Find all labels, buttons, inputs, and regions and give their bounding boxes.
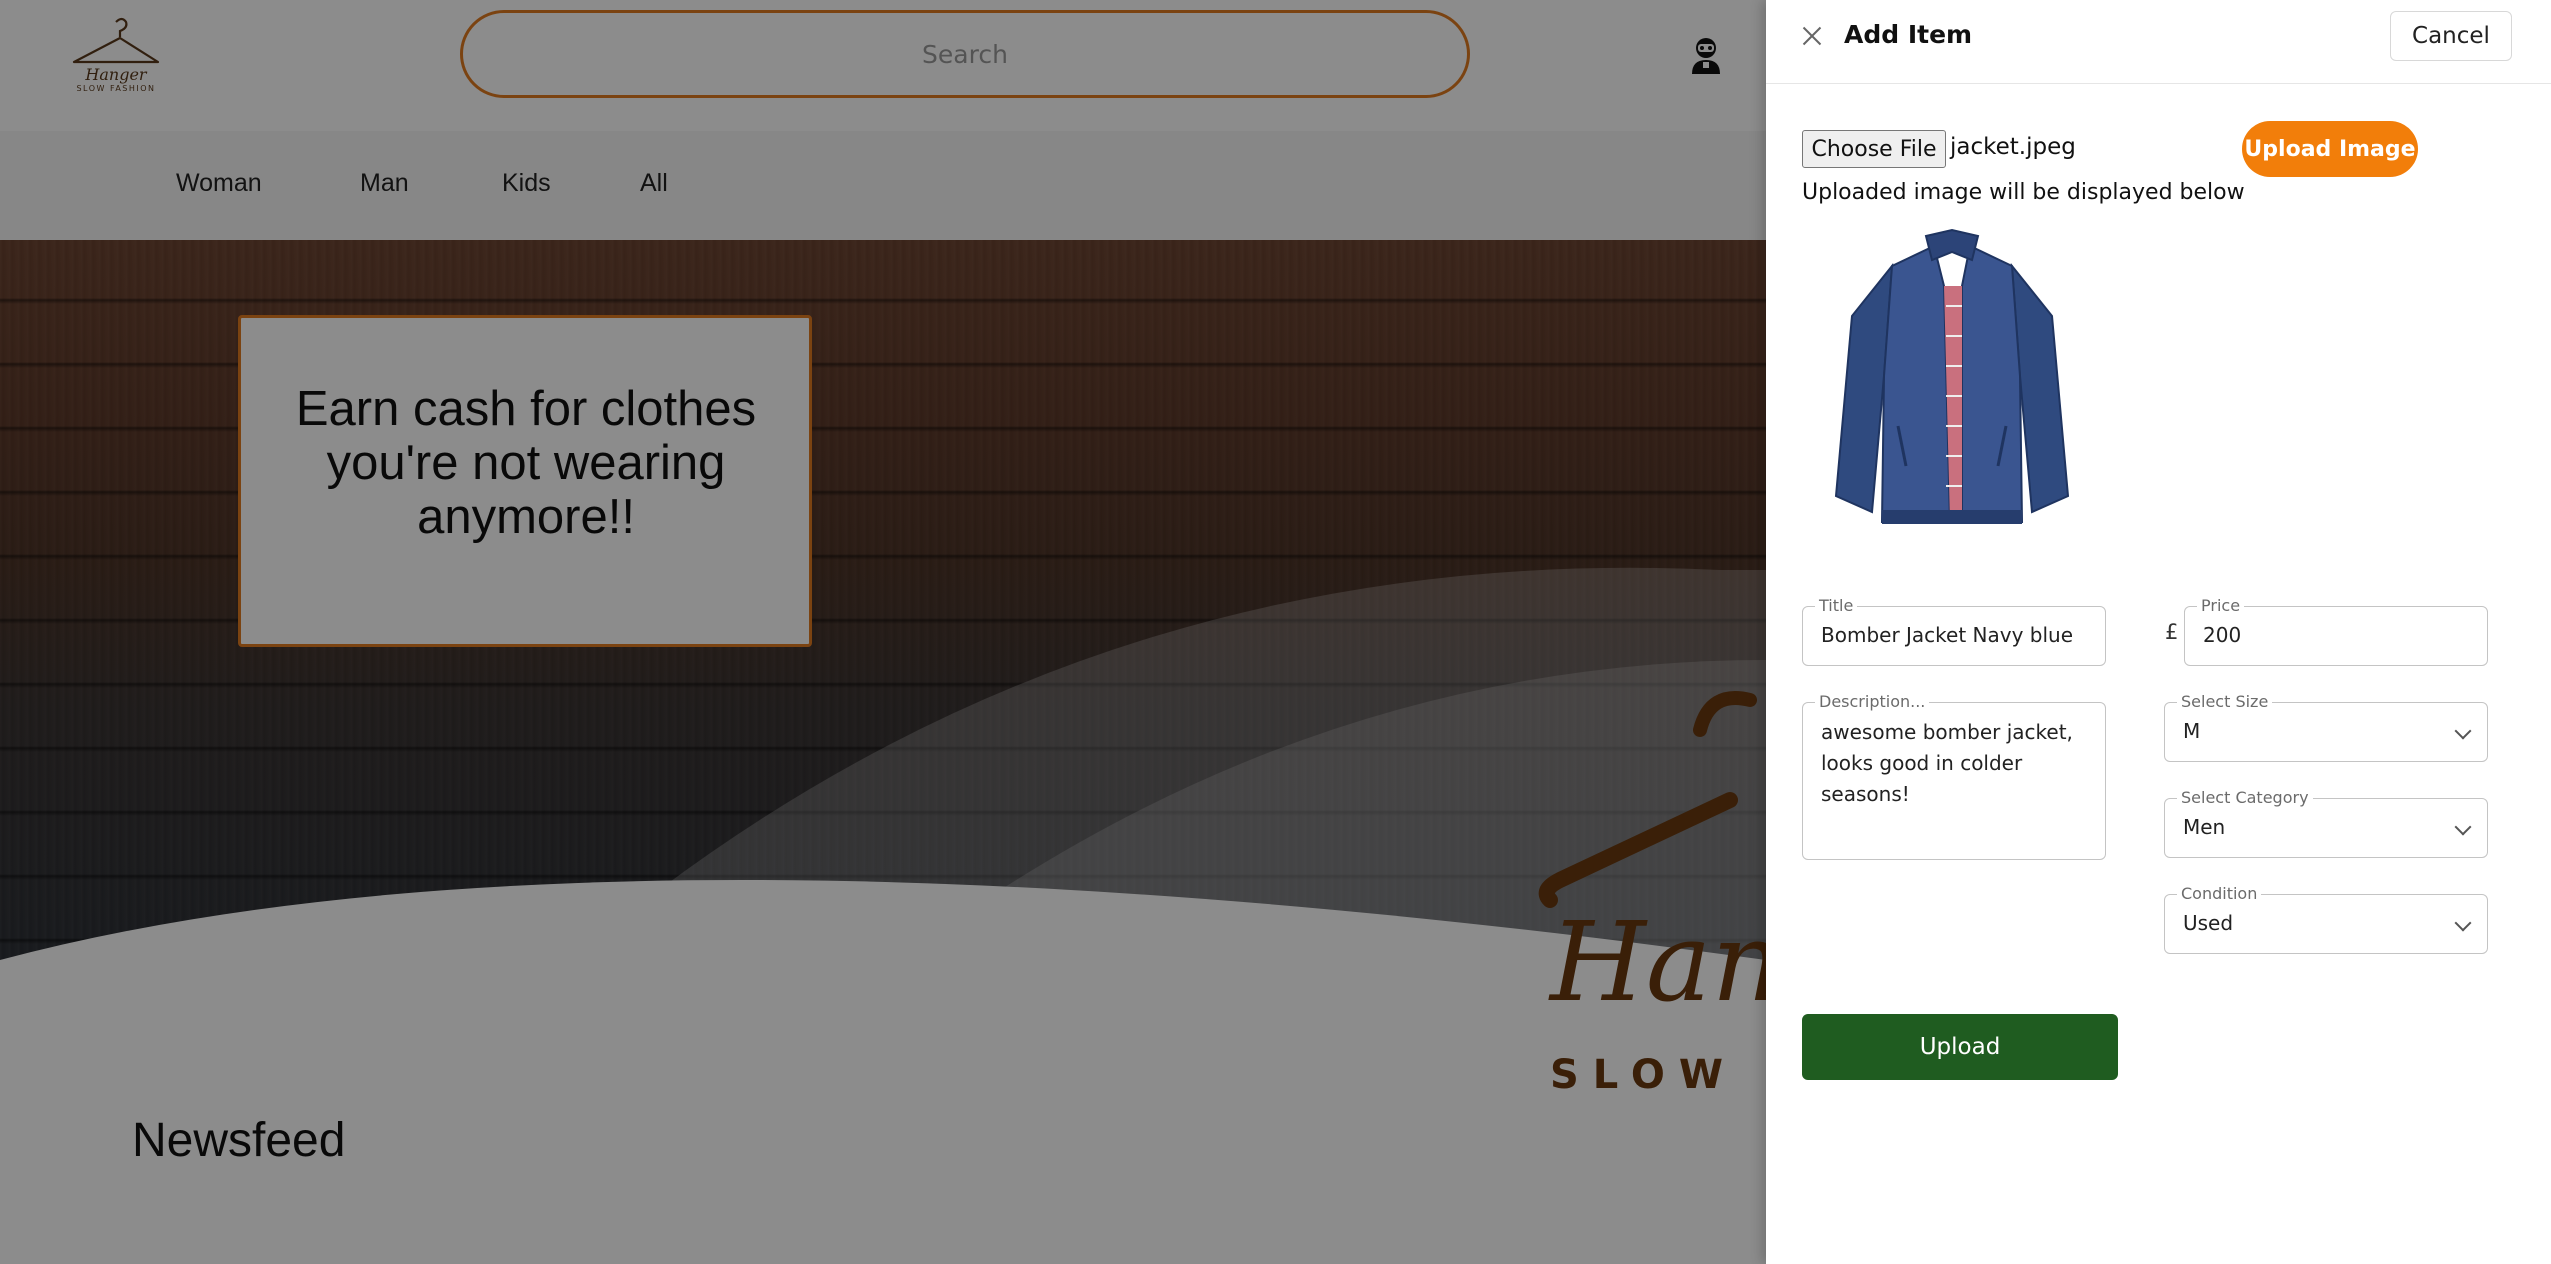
price-label: Price	[2197, 596, 2245, 615]
drawer-title: Add Item	[1844, 20, 1973, 49]
category-value: Men	[2183, 815, 2226, 839]
add-item-drawer: Add Item Cancel Choose File jacket.jpeg …	[1766, 0, 2551, 1264]
selected-file-name: jacket.jpeg	[1950, 134, 2076, 160]
size-select[interactable]: Select Size M	[2164, 692, 2488, 762]
choose-file-button[interactable]: Choose File	[1802, 130, 1946, 168]
category-label: Select Category	[2177, 788, 2313, 807]
drawer-header: Add Item Cancel	[1766, 0, 2551, 84]
title-field[interactable]: Title Bomber Jacket Navy blue	[1802, 596, 2106, 666]
price-input[interactable]: 200	[2203, 623, 2241, 647]
currency-symbol: £	[2165, 620, 2179, 644]
condition-label: Condition	[2177, 884, 2262, 903]
close-icon[interactable]	[1800, 24, 1824, 48]
size-label: Select Size	[2177, 692, 2273, 711]
category-select[interactable]: Select Category Men	[2164, 788, 2488, 858]
condition-value: Used	[2183, 911, 2234, 935]
chevron-down-icon	[2454, 914, 2472, 932]
size-value: M	[2183, 719, 2201, 743]
jacket-image	[1834, 228, 2070, 524]
chevron-down-icon	[2454, 722, 2472, 740]
upload-note: Uploaded image will be displayed below	[1802, 180, 2245, 205]
description-textarea[interactable]: awesome bomber jacket, looks good in col…	[1821, 717, 2081, 847]
price-field[interactable]: Price 200	[2184, 596, 2488, 666]
cancel-button[interactable]: Cancel	[2390, 11, 2512, 61]
description-label: Description...	[1815, 692, 1930, 711]
condition-select[interactable]: Condition Used	[2164, 884, 2488, 954]
title-label: Title	[1815, 596, 1858, 615]
title-input[interactable]: Bomber Jacket Navy blue	[1821, 623, 2073, 647]
upload-button[interactable]: Upload	[1802, 1014, 2118, 1080]
chevron-down-icon	[2454, 818, 2472, 836]
upload-image-button[interactable]: Upload Image	[2242, 121, 2418, 177]
description-field[interactable]: Description... awesome bomber jacket, lo…	[1802, 692, 2106, 860]
